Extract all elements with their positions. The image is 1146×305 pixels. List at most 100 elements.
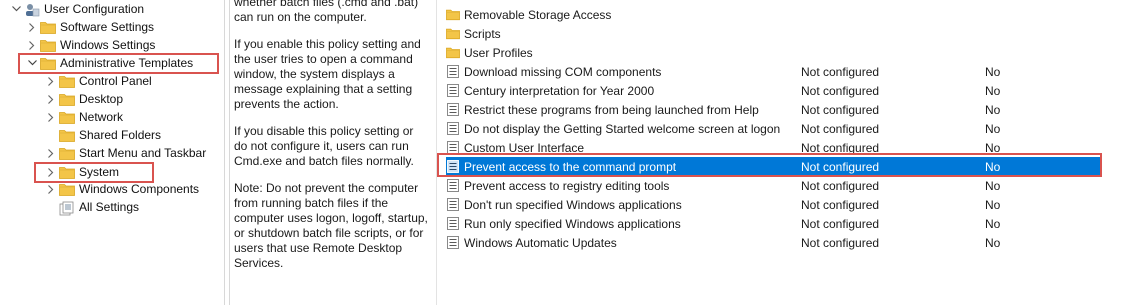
- tree-label: User Configuration: [44, 2, 145, 16]
- list-item-policy[interactable]: Do not display the Getting Started welco…: [446, 119, 1100, 138]
- tree-label: System: [79, 165, 120, 179]
- tree-label: Shared Folders: [79, 128, 162, 142]
- chevron-right-icon[interactable]: [45, 144, 57, 162]
- chevron-down-icon[interactable]: [26, 54, 38, 72]
- folder-icon: [59, 111, 75, 124]
- policy-comment: No: [985, 102, 1001, 117]
- tree-label: Start Menu and Taskbar: [79, 146, 207, 160]
- tree-label: Administrative Templates: [60, 56, 194, 70]
- folder-icon: [59, 166, 75, 179]
- policy-name: Don't run specified Windows applications: [464, 197, 682, 212]
- folder-icon: [446, 8, 460, 22]
- folder-icon: [59, 93, 75, 106]
- tree-label: Windows Settings: [60, 38, 156, 52]
- policy-name: Do not display the Getting Started welco…: [464, 121, 781, 136]
- folder-icon: [40, 21, 56, 34]
- pane-splitter[interactable]: [224, 0, 230, 305]
- list-item-policy[interactable]: Windows Automatic Updates Not configured N…: [446, 233, 1100, 252]
- tree-label: Network: [79, 110, 124, 124]
- policy-name: Prevent access to registry editing tools: [464, 178, 670, 193]
- chevron-right-icon[interactable]: [45, 163, 57, 181]
- folder-name: Removable Storage Access: [464, 7, 612, 22]
- tree-item-shared-folders[interactable]: Shared Folders: [45, 126, 161, 144]
- policy-setting-icon: [446, 103, 460, 117]
- folder-name: User Profiles: [464, 45, 533, 60]
- list-item-policy[interactable]: Custom User Interface Not configured No: [446, 138, 1100, 157]
- chevron-right-icon[interactable]: [45, 180, 57, 198]
- tree-item-all-settings[interactable]: All Settings: [45, 198, 139, 216]
- chevron-right-icon[interactable]: [26, 36, 38, 54]
- tree-item-system[interactable]: System: [45, 163, 119, 181]
- list-item-folder[interactable]: Removable Storage Access: [446, 5, 1100, 24]
- policy-setting-icon: [446, 122, 460, 136]
- list-item-policy-selected[interactable]: Prevent access to the command prompt Not …: [446, 157, 1100, 176]
- policy-state: Not configured: [801, 178, 880, 193]
- policy-name: Restrict these programs from being launc…: [464, 102, 759, 117]
- list-item-policy[interactable]: Run only specified Windows applications N…: [446, 214, 1100, 233]
- policy-description: whether batch files (.cmd and .bat) can …: [234, 0, 430, 283]
- list-item-policy[interactable]: Prevent access to registry editing tools…: [446, 176, 1100, 195]
- policy-name: Custom User Interface: [464, 140, 585, 155]
- tree-item-windows-settings[interactable]: Windows Settings: [26, 36, 155, 54]
- policy-setting-icon: [446, 141, 460, 155]
- policy-state: Not configured: [801, 83, 880, 98]
- chevron-right-icon[interactable]: [45, 108, 57, 126]
- list-item-policy[interactable]: Century interpretation for Year 2000 Not …: [446, 81, 1100, 100]
- tree-item-administrative-templates[interactable]: Administrative Templates: [26, 54, 193, 72]
- list-item-folder[interactable]: Scripts: [446, 24, 1100, 43]
- policy-state: Not configured: [801, 235, 880, 250]
- folder-icon: [40, 57, 56, 70]
- folder-icon: [59, 129, 75, 142]
- policy-comment: No: [985, 216, 1001, 231]
- tree-label: Control Panel: [79, 74, 152, 88]
- tree-item-start-menu-and-taskbar[interactable]: Start Menu and Taskbar: [45, 144, 206, 162]
- policy-state: Not configured: [801, 121, 880, 136]
- user-config-icon: [24, 3, 40, 16]
- policy-state: Not configured: [801, 64, 880, 79]
- policy-comment: No: [985, 197, 1001, 212]
- tree-item-desktop[interactable]: Desktop: [45, 90, 123, 108]
- chevron-right-icon[interactable]: [26, 18, 38, 36]
- list-item-policy[interactable]: Download missing COM components Not confi…: [446, 62, 1100, 81]
- chevron-right-icon[interactable]: [45, 90, 57, 108]
- tree-item-control-panel[interactable]: Control Panel: [45, 72, 152, 90]
- policy-setting-icon: [446, 217, 460, 231]
- navigation-tree: User Configuration Software Settings Wind…: [0, 0, 224, 305]
- description-paragraph: If you disable this policy setting or do…: [234, 124, 414, 168]
- policy-setting-icon: [446, 198, 460, 212]
- policy-name: Prevent access to the command prompt: [464, 159, 677, 174]
- folder-icon: [59, 183, 75, 196]
- tree-item-windows-components[interactable]: Windows Components: [45, 180, 199, 198]
- folder-icon: [446, 46, 460, 60]
- policy-list: Removable Storage Access Scripts User Prof…: [440, 0, 1146, 305]
- policy-comment: No: [985, 140, 1001, 155]
- list-item-policy[interactable]: Restrict these programs from being launc…: [446, 100, 1100, 119]
- folder-icon: [40, 39, 56, 52]
- policy-name: Download missing COM components: [464, 64, 662, 79]
- tree-label: Desktop: [79, 92, 124, 106]
- policy-setting-icon: [446, 84, 460, 98]
- policy-setting-icon: [446, 65, 460, 79]
- chevron-right-icon[interactable]: [45, 72, 57, 90]
- policy-comment: No: [985, 121, 1001, 136]
- policy-state: Not configured: [801, 216, 880, 231]
- policy-comment: No: [985, 83, 1001, 98]
- folder-icon: [59, 75, 75, 88]
- list-item-policy[interactable]: Don't run specified Windows applications…: [446, 195, 1100, 214]
- tree-item-network[interactable]: Network: [45, 108, 123, 126]
- folder-icon: [446, 27, 460, 41]
- tree-item-user-configuration[interactable]: User Configuration: [10, 0, 144, 18]
- list-item-folder[interactable]: User Profiles: [446, 43, 1100, 62]
- chevron-down-icon[interactable]: [10, 0, 22, 18]
- policy-state: Not configured: [801, 102, 880, 117]
- tree-item-software-settings[interactable]: Software Settings: [26, 18, 154, 36]
- tree-label: All Settings: [79, 200, 140, 214]
- description-paragraph: Note: Do not prevent the computer from r…: [234, 181, 428, 270]
- description-paragraph: If you enable this policy setting and th…: [234, 37, 421, 111]
- policy-comment: No: [985, 178, 1001, 193]
- policy-state: Not configured: [801, 140, 880, 155]
- pane-splitter[interactable]: [436, 0, 437, 305]
- policy-comment: No: [985, 159, 1001, 174]
